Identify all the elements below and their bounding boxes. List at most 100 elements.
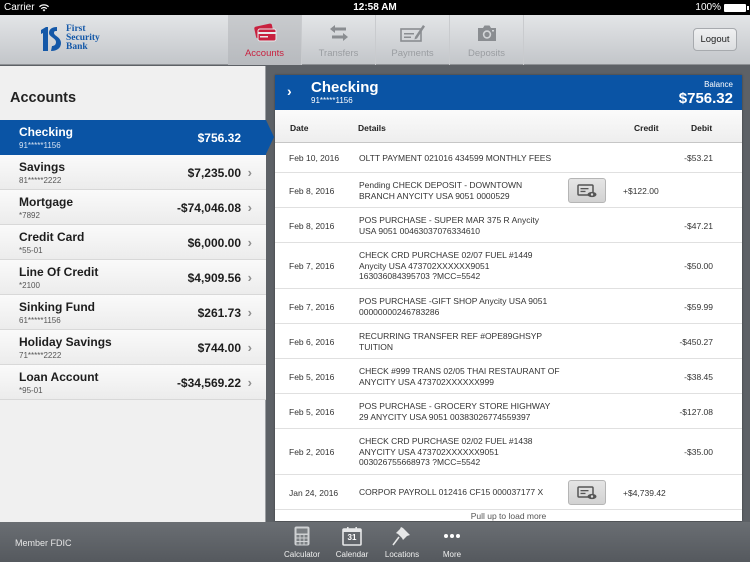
transaction-row[interactable]: Feb 10, 2016 OLTT PAYMENT 021016 434599 M… (275, 143, 742, 173)
tool-locations-label: Locations (384, 550, 420, 559)
transaction-details-line: Pending CHECK DEPOSIT - DOWNTOWN (359, 180, 523, 190)
transaction-row[interactable]: Feb 8, 2016 Pending CHECK DEPOSIT - DOWNT… (275, 173, 742, 208)
chevron-right-icon: › (247, 165, 252, 180)
transaction-details-line: CHECK #999 TRANS 02/05 THAI RESTAURANT O… (359, 366, 560, 376)
transaction-date: Feb 10, 2016 (289, 153, 340, 163)
transaction-date: Feb 2, 2016 (289, 447, 335, 457)
transaction-details-line: POS PURCHASE - SUPER MAR 375 R Anycity (359, 215, 539, 225)
transaction-date: Feb 7, 2016 (289, 261, 335, 271)
column-header-debit: Debit (691, 123, 713, 133)
transaction-details: CHECK CRD PURCHASE 02/07 FUEL #1449 Anyci… (359, 250, 569, 282)
battery-percent: 100% (695, 2, 721, 13)
logout-button[interactable]: Logout (693, 28, 737, 51)
transaction-details-line: CORPOR PAYROLL 012416 CF15 000037177 X (359, 487, 544, 498)
account-number: *55-01 (19, 246, 43, 255)
member-fdic-label: Member FDIC (15, 538, 72, 548)
account-name: Credit Card (19, 230, 85, 244)
transaction-row[interactable]: Jan 24, 2016 CORPOR PAYROLL 012416 CF15 0… (275, 475, 742, 510)
tool-calendar-label: Calendar (335, 550, 369, 559)
tab-transfers[interactable]: Transfers (302, 15, 376, 65)
transaction-row[interactable]: Feb 7, 2016 CHECK CRD PURCHASE 02/07 FUEL… (275, 243, 742, 289)
tool-calculator-label: Calculator (283, 550, 320, 559)
account-item-credit-card[interactable]: Credit Card *55-01 $6,000.00 › (0, 225, 266, 260)
account-item-sinking-fund[interactable]: Sinking Fund 61*****1156 $261.73 › (0, 295, 266, 330)
column-header-details: Details (358, 123, 386, 133)
check-pen-icon (399, 22, 426, 44)
view-check-image-button[interactable] (568, 178, 606, 203)
account-item-line-of-credit[interactable]: Line Of Credit *2100 $4,909.56 › (0, 260, 266, 295)
chevron-right-icon: › (247, 305, 252, 320)
view-check-image-button[interactable] (568, 480, 606, 505)
chevron-right-icon[interactable]: › (287, 83, 292, 99)
column-header-credit: Credit (634, 123, 659, 133)
transaction-row[interactable]: Feb 5, 2016 CHECK #999 TRANS 02/05 THAI R… (275, 359, 742, 394)
account-balance: -$74,046.08 (176, 201, 241, 215)
transaction-details-line: USA 9051 00463037076334610 (359, 225, 481, 236)
transaction-details: CHECK #999 TRANS 02/05 THAI RESTAURANT O… (359, 366, 569, 387)
transaction-debit: -$59.99 (684, 301, 713, 312)
tool-more[interactable]: More (427, 525, 477, 559)
transaction-date: Feb 8, 2016 (289, 220, 335, 231)
tab-accounts-label: Accounts (244, 48, 285, 59)
tab-accounts[interactable]: Accounts (228, 15, 302, 65)
account-number: 91*****1156 (19, 141, 61, 150)
account-detail-header[interactable]: › Checking 91*****1156 Balance $756.32 (275, 75, 742, 110)
tab-deposits-label: Deposits (468, 48, 505, 59)
account-item-holiday-savings[interactable]: Holiday Savings 71*****2222 $744.00 › (0, 330, 266, 365)
transaction-details-line: TUITION (359, 341, 393, 352)
transaction-details-line: CHECK CRD PURCHASE 02/02 FUEL #1438 (359, 436, 533, 447)
transaction-details: POS PURCHASE - GROCERY STORE HIGHWAY 29 A… (359, 401, 569, 422)
transaction-row[interactable]: Feb 6, 2016 RECURRING TRANSFER REF #OPE89… (275, 324, 742, 359)
tool-calculator[interactable]: Calculator (277, 525, 327, 559)
transaction-debit: -$53.21 (684, 153, 713, 163)
tool-locations[interactable]: Locations (377, 525, 427, 559)
transaction-details-line: ANYCITY USA 473702XXXXXX9051 (359, 446, 499, 457)
account-balance: $7,235.00 (187, 166, 241, 180)
account-name: Line Of Credit (19, 265, 99, 279)
transaction-details-line: 003026755668973 ?MCC=5542 (359, 457, 481, 468)
transaction-row[interactable]: Feb 2, 2016 CHECK CRD PURCHASE 02/02 FUEL… (275, 429, 742, 475)
transaction-details: OLTT PAYMENT 021016 434599 MONTHLY FEES (359, 153, 569, 164)
account-number: 81*****2222 (19, 176, 62, 185)
transaction-debit: -$38.45 (684, 371, 713, 382)
account-title: Checking (311, 79, 379, 96)
transaction-details: RECURRING TRANSFER REF #OPE89GHSYP TUITIO… (359, 331, 569, 352)
transaction-date: Feb 5, 2016 (289, 371, 335, 382)
account-detail-panel: › Checking 91*****1156 Balance $756.32 D… (275, 75, 742, 521)
transaction-details-line: OLTT PAYMENT 021016 434599 MONTHLY FEES (359, 152, 552, 163)
tools-bar: Calculator 31 Calendar Locations More (277, 525, 477, 559)
bank-logo[interactable]: First Security Bank (40, 24, 100, 52)
main-tabs: Accounts Transfers Payments Deposits (228, 15, 524, 65)
account-item-checking[interactable]: Checking 91*****1156 $756.32 (0, 120, 274, 155)
transaction-debit: -$47.21 (684, 220, 713, 231)
account-number: 91*****1156 (311, 96, 353, 105)
account-balance: $261.73 (197, 306, 241, 320)
tool-calendar[interactable]: 31 Calendar (327, 525, 377, 559)
status-bar: Carrier 12:58 AM 100% (0, 0, 750, 15)
pushpin-icon (392, 525, 412, 547)
account-item-savings[interactable]: Savings 81*****2222 $7,235.00 › (0, 155, 266, 190)
account-balance: $4,909.56 (187, 271, 241, 285)
transaction-date: Feb 8, 2016 (289, 185, 335, 196)
transaction-row[interactable]: Feb 8, 2016 POS PURCHASE - SUPER MAR 375 … (275, 208, 742, 243)
account-number: *7892 (19, 211, 40, 220)
account-balance: $744.00 (197, 341, 241, 355)
chevron-right-icon: › (247, 270, 252, 285)
bank-name-line3: Bank (66, 42, 88, 52)
tab-deposits[interactable]: Deposits (450, 15, 524, 65)
transaction-debit: -$127.08 (679, 406, 713, 417)
account-item-loan-account[interactable]: Loan Account *95-01 -$34,569.22 › (0, 365, 266, 400)
transaction-row[interactable]: Feb 5, 2016 POS PURCHASE - GROCERY STORE … (275, 394, 742, 429)
account-balance: -$34,569.22 (176, 376, 241, 390)
transaction-debit: -$50.00 (684, 261, 713, 271)
account-balance: $756.32 (197, 131, 241, 145)
transaction-row[interactable]: Feb 7, 2016 POS PURCHASE -GIFT SHOP Anyci… (275, 289, 742, 324)
sidebar-title: Accounts (10, 90, 77, 106)
bank-logo-mark-icon (41, 26, 61, 51)
top-navigation-bar: First Security Bank Accounts Transfers P… (0, 15, 750, 65)
tab-payments[interactable]: Payments (376, 15, 450, 65)
bottom-toolbar: Member FDIC Calculator 31 Calendar Locat… (0, 522, 750, 562)
more-dots-icon (443, 525, 461, 547)
account-name: Checking (19, 125, 74, 139)
account-item-mortgage[interactable]: Mortgage *7892 -$74,046.08 › (0, 190, 266, 225)
